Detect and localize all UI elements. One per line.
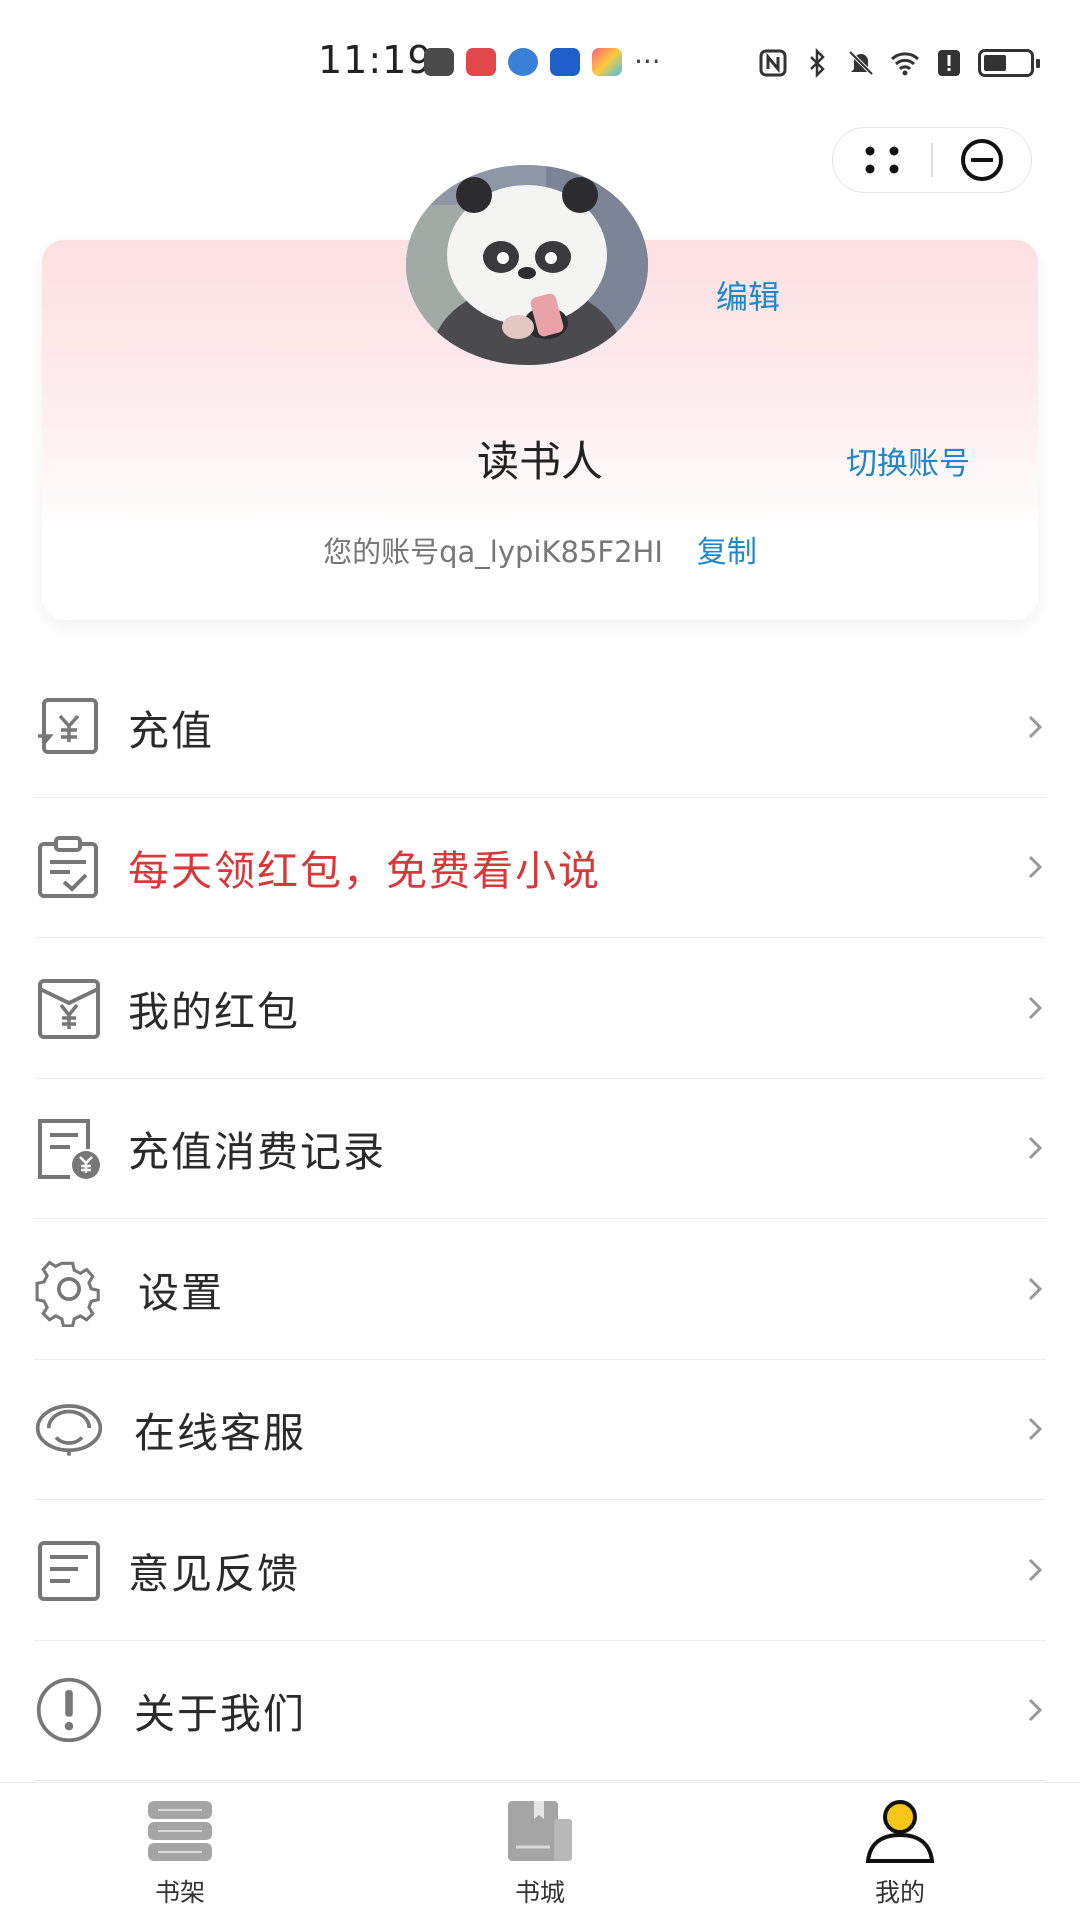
- alert-icon: [938, 50, 960, 76]
- menu-item-about-us[interactable]: 关于我们: [34, 1641, 1046, 1781]
- bookstore-icon: [508, 1801, 572, 1861]
- blue-app-icon: [508, 48, 538, 76]
- recharge-icon: [34, 692, 104, 762]
- chevron-right-icon: [1028, 1558, 1043, 1581]
- record-icon: [34, 1113, 104, 1183]
- menu-item-recharge[interactable]: 充值: [34, 657, 1046, 798]
- bluetooth-icon: [810, 48, 825, 78]
- red-envelope-icon: [34, 973, 104, 1043]
- menu-item-feedback[interactable]: 意见反馈: [34, 1500, 1046, 1641]
- tab-mine[interactable]: 我的: [800, 1783, 1000, 1920]
- tab-bookstore[interactable]: 书城: [440, 1783, 640, 1920]
- copy-account-link[interactable]: 复制: [697, 535, 757, 570]
- account-id-text: 您的账号qa_lypiK85F2HI: [323, 535, 663, 569]
- profile-page: 11:19 ··· 编辑 读书人 切换账号 您的账号qa_lypiK85F2HI…: [0, 0, 1080, 1920]
- chevron-right-icon: [1028, 1699, 1043, 1722]
- chevron-right-icon: [1028, 856, 1043, 879]
- capsule-more-button[interactable]: [833, 128, 931, 192]
- feedback-icon: [34, 1535, 104, 1605]
- menu-item-settings[interactable]: 设置: [34, 1219, 1046, 1360]
- capsule-close-button[interactable]: [933, 128, 1031, 192]
- checklist-icon: [34, 832, 104, 902]
- nfc-icon: [759, 49, 787, 77]
- tab-label: 我的: [874, 1878, 925, 1907]
- tab-label: 书架: [154, 1878, 205, 1907]
- battery-icon: [978, 49, 1040, 77]
- menu-item-label: 每天领红包，免费看小说: [128, 847, 601, 896]
- menu-item-label: 设置: [138, 1268, 224, 1317]
- menu-item-label: 充值: [128, 706, 214, 755]
- chevron-right-icon: [1028, 1277, 1043, 1300]
- account-row: 您的账号qa_lypiK85F2HI 复制: [0, 527, 1080, 571]
- colorful-app-icon: [592, 48, 622, 76]
- edit-profile-link[interactable]: 编辑: [716, 272, 780, 318]
- menu-list: 充值 每天领红包，免费看小说 我的红包 充值消费记录 设置 在线客服 意见反馈 …: [34, 657, 1046, 1781]
- huawei-icon: [424, 48, 454, 76]
- chevron-right-icon: [1028, 996, 1043, 1019]
- info-icon: [34, 1675, 104, 1745]
- more-notifications-icon: ···: [634, 45, 661, 78]
- headset-icon: [34, 1394, 104, 1464]
- bottom-tab-bar: 书架 书城 我的: [0, 1782, 1080, 1920]
- status-time: 11:19: [318, 38, 433, 82]
- notification-icons: ···: [424, 48, 661, 76]
- menu-item-label: 充值消费记录: [128, 1128, 386, 1177]
- red-app-icon: [466, 48, 496, 76]
- panda-avatar-image: [406, 165, 648, 365]
- chevron-right-icon: [1028, 1137, 1043, 1160]
- menu-item-label: 在线客服: [134, 1409, 306, 1458]
- menu-item-customer-service[interactable]: 在线客服: [34, 1360, 1046, 1500]
- menu-item-label: 关于我们: [134, 1690, 306, 1739]
- tab-bookshelf[interactable]: 书架: [80, 1783, 280, 1920]
- dots-icon: [865, 146, 899, 174]
- wifi-icon: [890, 52, 920, 76]
- menu-item-recharge-records[interactable]: 充值消费记录: [34, 1079, 1046, 1219]
- avatar[interactable]: [406, 165, 648, 365]
- user-icon: [865, 1800, 935, 1863]
- system-icons: [758, 48, 1040, 78]
- bookshelf-icon: [148, 1801, 212, 1861]
- menu-item-daily-red-packet[interactable]: 每天领红包，免费看小说: [34, 798, 1046, 938]
- menu-item-my-red-packets[interactable]: 我的红包: [34, 938, 1046, 1079]
- miniprogram-capsule: [832, 127, 1032, 193]
- mute-icon: [848, 50, 874, 76]
- bulb-app-icon: [550, 48, 580, 76]
- chevron-right-icon: [1028, 1418, 1043, 1441]
- status-bar: 11:19 ···: [0, 0, 1080, 125]
- menu-item-label: 意见反馈: [128, 1549, 300, 1598]
- chevron-right-icon: [1028, 715, 1043, 738]
- gear-icon: [34, 1254, 104, 1327]
- switch-account-link[interactable]: 切换账号: [846, 438, 970, 483]
- tab-label: 书城: [514, 1878, 565, 1907]
- menu-item-label: 我的红包: [128, 987, 300, 1036]
- minus-circle-icon: [960, 139, 1003, 181]
